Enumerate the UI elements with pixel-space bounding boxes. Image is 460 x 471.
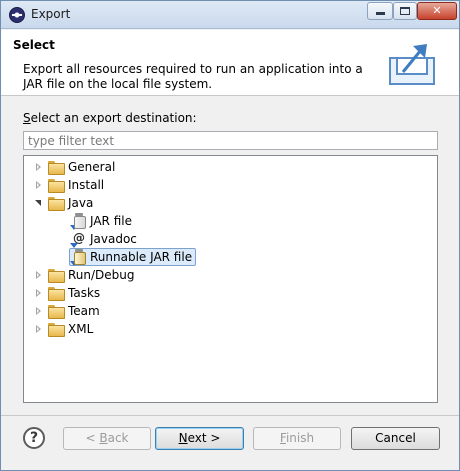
next-button[interactable]: Next > — [155, 427, 244, 450]
tree-item-run-debug[interactable]: Run/Debug — [34, 266, 135, 284]
runnable-jar-icon — [70, 249, 86, 266]
export-destination-tree[interactable]: General Install Java JAR file @ Javadoc … — [23, 155, 438, 403]
finish-label-rest: inish — [285, 431, 315, 445]
minimize-button[interactable] — [367, 2, 393, 20]
folder-icon — [48, 196, 65, 211]
expand-arrow-icon[interactable] — [34, 324, 44, 334]
expand-arrow-icon[interactable] — [34, 180, 44, 190]
label-rest: elect an export destination: — [30, 111, 197, 125]
footer-divider — [1, 415, 459, 416]
eclipse-icon — [9, 7, 25, 23]
export-destination-label: Select an export destination: — [23, 111, 197, 125]
tree-item-javadoc[interactable]: @ Javadoc — [70, 230, 137, 248]
expand-arrow-icon[interactable] — [34, 288, 44, 298]
tree-item-label: Java — [68, 196, 94, 210]
tree-item-label: General — [68, 160, 116, 174]
tree-item-tasks[interactable]: Tasks — [34, 284, 100, 302]
next-label-mnemonic: N — [178, 431, 188, 445]
tree-item-label: Tasks — [68, 286, 101, 300]
help-icon: ? — [29, 430, 39, 446]
tree-item-label: Run/Debug — [68, 268, 135, 282]
tree-item-label: XML — [68, 322, 94, 336]
tree-item-label: JAR file — [90, 214, 132, 228]
expand-arrow-icon[interactable] — [34, 162, 44, 172]
back-label-prefix: < — [85, 431, 100, 445]
jar-file-icon — [70, 213, 86, 230]
tree-item-xml[interactable]: XML — [34, 320, 93, 338]
tree-item-team[interactable]: Team — [34, 302, 100, 320]
tree-item-runnable-jar-file[interactable]: Runnable JAR file — [69, 248, 197, 266]
folder-icon — [48, 322, 65, 337]
label-mnemonic: S — [23, 111, 31, 125]
folder-icon — [48, 268, 65, 283]
page-title: Select — [13, 38, 55, 52]
window-title: Export — [31, 7, 71, 21]
javadoc-icon: @ — [70, 231, 86, 248]
back-label-mnemonic: B — [99, 431, 108, 445]
close-button[interactable]: ✕ — [417, 2, 457, 20]
folder-icon — [48, 178, 65, 193]
minimize-icon — [375, 12, 385, 15]
tree-item-java[interactable]: Java — [34, 194, 93, 212]
tree-item-label: Runnable JAR file — [90, 250, 193, 264]
export-wizard-icon — [389, 44, 435, 85]
cancel-label: Cancel — [375, 431, 416, 445]
export-dialog: Export ✕ Select Export all resources req… — [0, 0, 460, 471]
selection-highlight[interactable]: Runnable JAR file — [69, 248, 197, 266]
next-label-rest: ext > — [187, 431, 221, 445]
expand-arrow-icon[interactable] — [34, 306, 44, 316]
tree-item-general[interactable]: General — [34, 158, 115, 176]
tree-item-label: Install — [68, 178, 105, 192]
collapse-arrow-icon[interactable] — [34, 198, 44, 208]
filter-input[interactable] — [23, 131, 438, 150]
expand-arrow-icon[interactable] — [34, 270, 44, 280]
back-button[interactable]: < Back — [63, 427, 151, 450]
back-label-rest: ack — [107, 431, 129, 445]
folder-icon — [48, 286, 65, 301]
title-bar[interactable]: Export ✕ — [1, 1, 459, 29]
wizard-header: Select Export all resources required to … — [1, 30, 459, 96]
cancel-button[interactable]: Cancel — [351, 427, 440, 450]
folder-icon — [48, 160, 65, 175]
tree-item-jar-file[interactable]: JAR file — [70, 212, 132, 230]
maximize-icon — [400, 7, 410, 15]
tree-item-label: Javadoc — [90, 232, 137, 246]
close-icon: ✕ — [432, 4, 442, 17]
tree-item-install[interactable]: Install — [34, 176, 104, 194]
tree-item-label: Team — [68, 304, 100, 318]
maximize-button[interactable] — [393, 2, 417, 20]
folder-icon — [48, 304, 65, 319]
page-description: Export all resources required to run an … — [23, 62, 363, 91]
finish-button[interactable]: Finish — [253, 427, 341, 450]
help-button[interactable]: ? — [23, 427, 45, 449]
